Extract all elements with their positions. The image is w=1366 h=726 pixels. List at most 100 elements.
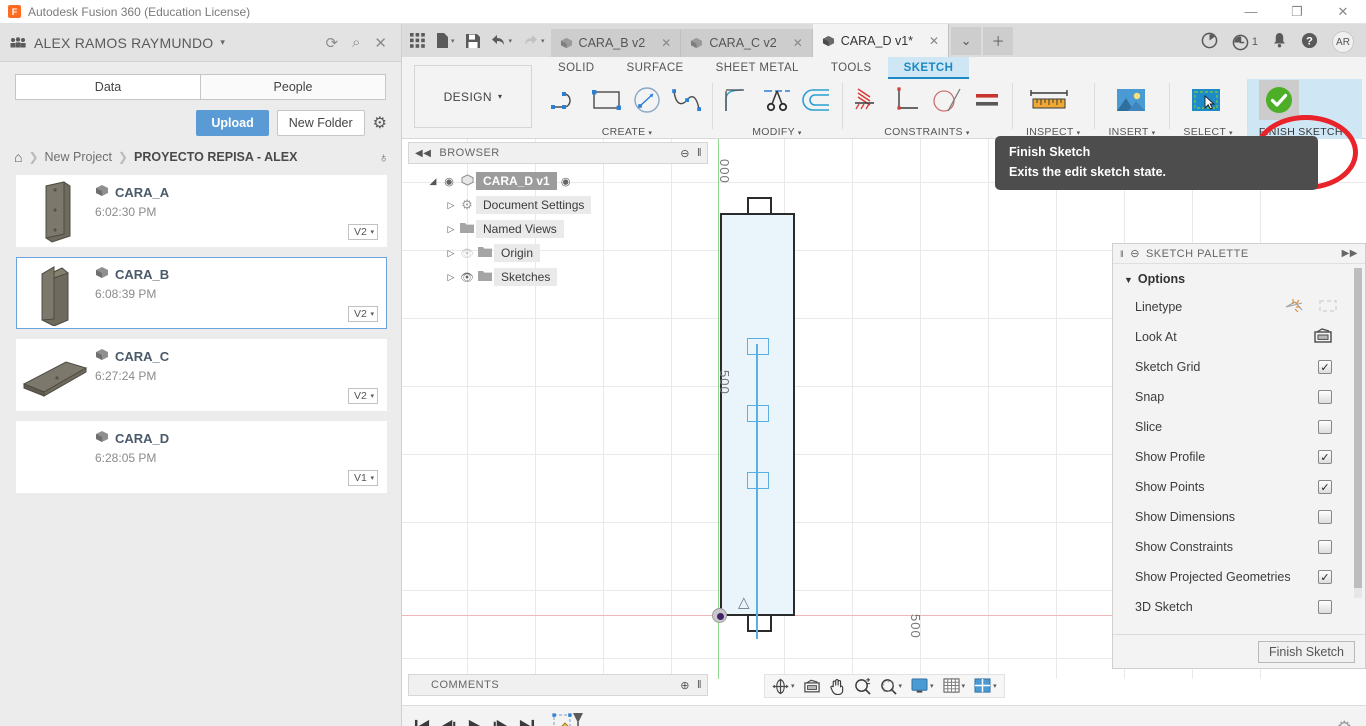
timeline-play-button[interactable] [466,718,483,726]
tab-surface[interactable]: SURFACE [611,57,700,79]
close-panel-icon[interactable]: ✕ [374,34,387,52]
timeline-begin-button[interactable] [414,718,431,726]
offset-icon[interactable] [798,80,836,120]
line-icon[interactable] [548,80,586,120]
list-item[interactable]: CARA_D 6:28:05 PM V1 ▾ [16,421,387,493]
tree-item-named-views[interactable]: ▷ Named Views [408,217,708,241]
checkbox-slice[interactable] [1318,420,1332,434]
app-grid-icon[interactable] [410,33,425,48]
finish-sketch-button[interactable]: Finish Sketch [1257,640,1355,663]
version-selector[interactable]: V2 ▾ [348,388,378,404]
list-item[interactable]: CARA_C 6:27:24 PM V2 ▾ [16,339,387,411]
sketch-origin-point[interactable] [712,608,727,623]
document-tab-cara-c[interactable]: CARA_C v2 ✕ [681,29,813,57]
notifications-bell-icon[interactable] [1272,32,1287,52]
expand-arrow-icon[interactable]: ◢ [426,176,440,187]
new-folder-button[interactable]: New Folder [276,110,365,136]
construction-linetype-icon[interactable] [1284,298,1304,317]
finish-sketch-check-icon[interactable] [1258,80,1299,120]
expand-panel-icon[interactable]: ▶▶ [1342,248,1365,259]
avatar[interactable]: AR [1332,31,1354,53]
measure-icon[interactable] [1026,80,1072,120]
tree-item-sketches[interactable]: ▷ 👁 Sketches [408,265,708,289]
checkbox-show-points[interactable]: ✓ [1318,480,1332,494]
gear-icon[interactable]: ⚙ [1337,718,1366,726]
version-selector[interactable]: V2 ▾ [348,224,378,240]
projected-centerline[interactable] [756,344,758,639]
close-icon[interactable]: ✕ [783,36,803,50]
projected-square-2[interactable] [747,405,769,422]
tree-item-origin[interactable]: ▷ 👁 Origin [408,241,708,265]
panel-grip-icon[interactable]: ‖ [697,679,702,692]
expand-arrow-icon[interactable]: ▷ [444,224,458,235]
tab-list-dropdown[interactable]: ⌄ [951,26,982,55]
viewports-icon[interactable]: ▾ [971,675,1000,697]
projected-square-3[interactable] [747,472,769,489]
sketch-feature-icon[interactable] [551,711,585,726]
gear-icon[interactable]: ⚙ [373,113,387,133]
version-selector[interactable]: V1 ▾ [348,470,378,486]
visibility-eye-icon[interactable]: ◉ [440,175,458,188]
redo-icon[interactable]: ▾ [523,34,545,47]
recent-activity-icon[interactable]: 1 [1232,34,1258,51]
visibility-eye-off-icon[interactable]: 👁 [458,247,476,260]
tree-item-root[interactable]: ◢ ◉ CARA_D v1 ◉ [408,169,708,193]
centerline-icon[interactable] [1318,298,1338,317]
minimize-panel-icon[interactable]: ⊖ [1130,247,1140,260]
new-tab-button[interactable]: ＋ [983,26,1014,55]
chevron-down-icon[interactable]: ▾ [220,37,225,48]
rectangle-icon[interactable] [588,80,626,120]
tree-item-document-settings[interactable]: ▷ ⚙ Document Settings [408,193,708,217]
minimize-panel-icon[interactable]: ⊖ [680,147,690,160]
breadcrumb-item-project[interactable]: New Project [45,150,112,164]
search-icon[interactable]: ⌕ [352,34,360,51]
globe-icon[interactable]: ♁ [379,149,390,165]
tangent-icon[interactable] [928,80,966,120]
list-item[interactable]: CARA_B 6:08:39 PM V2 ▾ [16,257,387,329]
tab-tools[interactable]: TOOLS [815,57,888,79]
visibility-eye-icon[interactable]: 👁 [458,271,476,284]
save-icon[interactable] [465,33,480,48]
checkbox-3d-sketch[interactable] [1318,600,1332,614]
upload-button[interactable]: Upload [196,110,269,136]
current-user-name[interactable]: ALEX RAMOS RAYMUNDO [34,35,213,51]
document-tab-cara-d[interactable]: CARA_D v1* ✕ [812,24,950,57]
document-tab-cara-b[interactable]: CARA_B v2 ✕ [550,29,682,57]
expand-arrow-icon[interactable]: ▷ [444,248,458,259]
trim-scissors-icon[interactable] [758,80,796,120]
expand-arrow-icon[interactable]: ▷ [444,200,458,211]
zoom-icon[interactable] [851,675,874,697]
new-file-icon[interactable]: ▾ [436,33,455,48]
checkbox-snap[interactable] [1318,390,1332,404]
close-icon[interactable]: ✕ [919,34,939,48]
tab-people[interactable]: People [201,74,386,100]
panel-grip-icon[interactable]: ‖ [697,147,702,159]
palette-scrollbar[interactable] [1354,268,1362,598]
orbit-icon[interactable]: ▾ [769,675,798,697]
close-icon[interactable]: ✕ [651,36,671,50]
comments-bar[interactable]: COMMENTS ⊕ ‖ [408,674,708,696]
projected-square-1[interactable] [747,338,769,355]
refresh-icon[interactable]: ⟳ [325,34,338,52]
maximize-button[interactable]: ❐ [1274,0,1320,24]
sketch-tab-bottom[interactable] [747,614,772,632]
equal-icon[interactable] [968,80,1006,120]
timeline-step-back-button[interactable] [440,718,457,726]
tab-data[interactable]: Data [15,74,201,100]
ribbon-group-label-create[interactable]: CREATE ▾ [548,125,706,139]
circle-icon[interactable] [628,80,666,120]
list-item[interactable]: CARA_A 6:02:30 PM V2 ▾ [16,175,387,247]
tab-sketch[interactable]: SKETCH [887,57,970,79]
tab-sheet-metal[interactable]: SHEET METAL [700,57,815,79]
checkbox-show-dimensions[interactable] [1318,510,1332,524]
fix-ground-icon[interactable] [848,80,886,120]
checkbox-show-constraints[interactable] [1318,540,1332,554]
grid-snaps-icon[interactable]: ▾ [940,675,969,697]
perpendicular-icon[interactable] [888,80,926,120]
ribbon-group-label-modify[interactable]: MODIFY ▾ [718,125,836,139]
constraint-symbol[interactable]: △ [738,593,750,611]
select-cursor-icon[interactable] [1183,80,1229,120]
section-header-options[interactable]: ▼ Options [1113,264,1365,292]
undo-icon[interactable]: ▾ [491,34,512,47]
job-status-icon[interactable] [1201,32,1218,53]
